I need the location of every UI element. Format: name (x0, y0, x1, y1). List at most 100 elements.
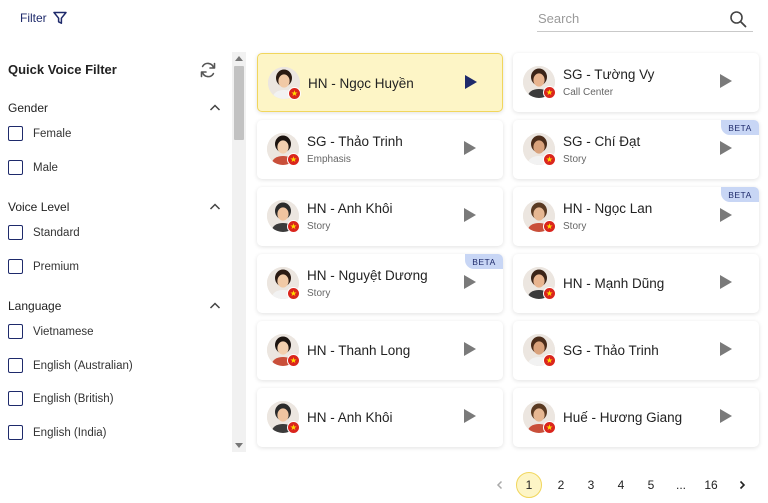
checkbox[interactable] (8, 358, 23, 373)
voice-style: Story (307, 288, 331, 299)
search-input[interactable] (537, 6, 717, 30)
voice-style: Story (563, 154, 587, 165)
section-title: Voice Level (8, 200, 70, 214)
option-label: Standard (33, 226, 80, 239)
checkbox-female[interactable]: Female (8, 126, 71, 141)
voice-card[interactable]: ★ HN - Nguyệt Dương Story BETA (257, 254, 503, 313)
option-label: Premium (33, 260, 80, 273)
voice-card[interactable]: ★ HN - Anh Khôi Story (257, 187, 503, 246)
vietnam-flag-icon: ★ (287, 354, 300, 367)
checkbox-english-australian[interactable]: English (Australian) (8, 358, 133, 373)
voice-card[interactable]: ★ SG - Tường Vy Call Center (513, 53, 759, 112)
checkbox-premium[interactable]: Premium (8, 259, 79, 274)
play-icon[interactable] (464, 141, 476, 155)
filter-label: Filter (20, 11, 47, 25)
avatar: ★ (267, 267, 300, 300)
page-ellipsis: ... (675, 478, 686, 492)
voice-name: HN - Mạnh Dũng (563, 276, 665, 291)
checkbox-vietnamese[interactable]: Vietnamese (8, 324, 94, 339)
checkbox-standard[interactable]: Standard (8, 225, 80, 240)
checkbox[interactable] (8, 259, 23, 274)
page-16[interactable]: 16 (698, 472, 724, 498)
scroll-thumb[interactable] (234, 66, 244, 140)
checkbox-english-british[interactable]: English (British) (8, 391, 114, 406)
voice-style: Emphasis (307, 154, 351, 165)
voice-card[interactable]: ★ SG - Thảo Trinh (513, 321, 759, 380)
play-icon[interactable] (464, 342, 476, 356)
checkbox[interactable] (8, 324, 23, 339)
vietnam-flag-icon: ★ (287, 421, 300, 434)
voice-card[interactable]: ★ HN - Thanh Long (257, 321, 503, 380)
section-language[interactable]: Language (8, 299, 222, 313)
next-page-button[interactable] (732, 472, 752, 498)
voice-card[interactable]: ★ HN - Mạnh Dũng (513, 254, 759, 313)
play-icon[interactable] (720, 409, 732, 423)
page-5[interactable]: 5 (638, 472, 664, 498)
option-label: English (India) (33, 426, 107, 439)
page-4[interactable]: 4 (608, 472, 634, 498)
page-3[interactable]: 3 (578, 472, 604, 498)
voice-card[interactable]: ★ SG - Thảo Trinh Emphasis (257, 120, 503, 179)
avatar: ★ (267, 334, 300, 367)
checkbox[interactable] (8, 425, 23, 440)
avatar: ★ (268, 67, 301, 100)
page-2[interactable]: 2 (548, 472, 574, 498)
play-icon[interactable] (464, 275, 476, 289)
play-icon[interactable] (720, 141, 732, 155)
panel-title: Quick Voice Filter (8, 62, 117, 77)
prev-page-button[interactable] (490, 472, 510, 498)
page-1[interactable]: 1 (516, 472, 542, 498)
chevron-left-icon (496, 480, 503, 490)
checkbox[interactable] (8, 126, 23, 141)
option-label: English (Australian) (33, 359, 133, 372)
play-icon[interactable] (464, 409, 476, 423)
option-label: Vietnamese (33, 325, 94, 338)
voice-card[interactable]: ★ HN - Anh Khôi (257, 388, 503, 447)
voice-name: SG - Chí Đạt (563, 134, 641, 149)
voice-name: SG - Thảo Trinh (563, 343, 659, 358)
checkbox[interactable] (8, 160, 23, 175)
checkbox-english-india[interactable]: English (India) (8, 425, 107, 440)
play-icon[interactable] (720, 342, 732, 356)
chevron-up-icon[interactable] (208, 101, 222, 115)
section-gender[interactable]: Gender (8, 101, 222, 115)
avatar: ★ (523, 334, 556, 367)
option-label: Male (33, 161, 58, 174)
play-icon[interactable] (464, 208, 476, 222)
scroll-up-arrow[interactable] (235, 56, 243, 61)
voice-card[interactable]: ★ SG - Chí Đạt Story BETA (513, 120, 759, 179)
chevron-up-icon[interactable] (208, 299, 222, 313)
vietnam-flag-icon: ★ (543, 153, 556, 166)
checkbox-male[interactable]: Male (8, 160, 58, 175)
voice-style: Story (307, 221, 331, 232)
vietnam-flag-icon: ★ (543, 220, 556, 233)
chevron-up-icon[interactable] (208, 200, 222, 214)
play-icon[interactable] (720, 74, 732, 88)
play-icon[interactable] (465, 75, 477, 89)
vietnam-flag-icon: ★ (287, 153, 300, 166)
vietnam-flag-icon: ★ (543, 354, 556, 367)
section-voice-level[interactable]: Voice Level (8, 200, 222, 214)
avatar: ★ (523, 267, 556, 300)
avatar: ★ (523, 133, 556, 166)
vietnam-flag-icon: ★ (287, 220, 300, 233)
scroll-down-arrow[interactable] (235, 443, 243, 448)
refresh-icon[interactable] (198, 60, 218, 80)
pagination: 1 2 3 4 5... 16 (486, 472, 756, 498)
voice-card[interactable]: ★ HN - Ngọc Lan Story BETA (513, 187, 759, 246)
avatar: ★ (267, 401, 300, 434)
funnel-icon (52, 11, 67, 24)
sidebar-scrollbar[interactable] (232, 52, 246, 452)
voice-card[interactable]: ★ Huế - Hương Giang (513, 388, 759, 447)
avatar: ★ (523, 66, 556, 99)
search-icon[interactable] (729, 10, 747, 28)
quick-voice-filter-panel: Quick Voice Filter Gender Female Male Vo… (0, 52, 232, 452)
play-icon[interactable] (720, 208, 732, 222)
filter-button[interactable]: Filter (20, 11, 67, 25)
avatar: ★ (523, 200, 556, 233)
checkbox[interactable] (8, 225, 23, 240)
play-icon[interactable] (720, 275, 732, 289)
voice-card[interactable]: ★ HN - Ngọc Huyền (257, 53, 503, 112)
checkbox[interactable] (8, 391, 23, 406)
voice-style: Story (563, 221, 587, 232)
